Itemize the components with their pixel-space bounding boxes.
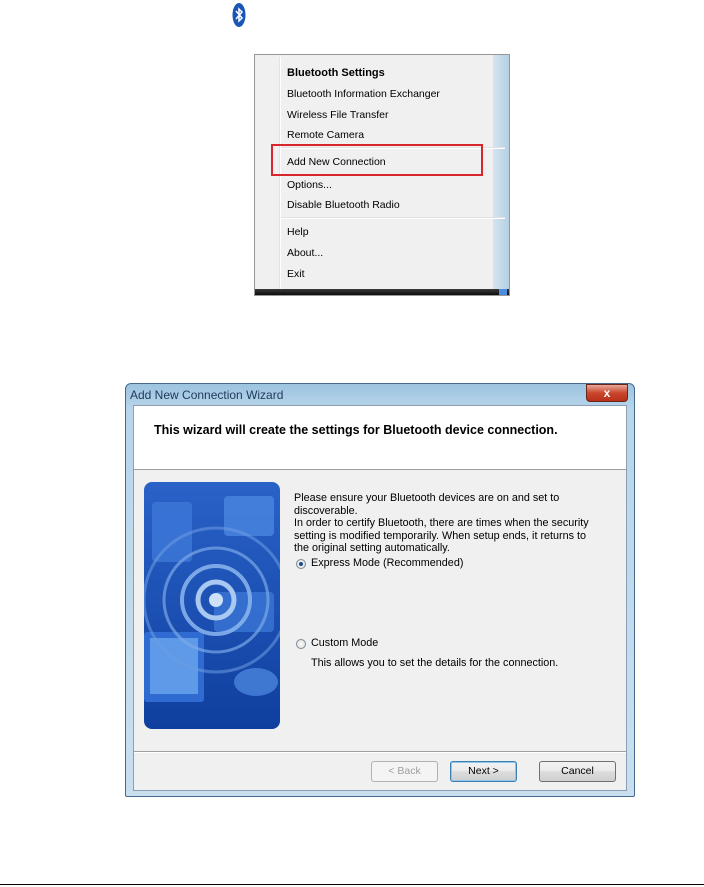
taskbar-bluetooth-icon[interactable] — [499, 289, 507, 295]
bluetooth-devices-illustration — [144, 482, 280, 729]
add-new-connection-wizard: Add New Connection Wizard x This wizard … — [125, 383, 635, 797]
menu-item-bluetooth-information-exchanger[interactable]: Bluetooth Information Exchanger — [287, 87, 440, 101]
express-mode-label[interactable]: Express Mode (Recommended) — [311, 557, 463, 569]
menu-item-wireless-file-transfer[interactable]: Wireless File Transfer — [287, 108, 389, 122]
window-title: Add New Connection Wizard — [130, 388, 284, 402]
bluetooth-icon[interactable] — [232, 2, 246, 28]
add-new-connection-highlight — [271, 144, 483, 176]
menu-item-bluetooth-settings[interactable]: Bluetooth Settings — [287, 66, 385, 80]
menu-item-disable-bluetooth-radio[interactable]: Disable Bluetooth Radio — [287, 198, 400, 212]
menu-item-exit[interactable]: Exit — [287, 267, 305, 281]
wizard-header: This wizard will create the settings for… — [134, 406, 626, 470]
custom-mode-radio[interactable] — [296, 639, 306, 649]
back-button[interactable]: < Back — [371, 761, 438, 782]
intro-line-2: In order to certify Bluetooth, there are… — [294, 517, 589, 554]
wizard-header-text: This wizard will create the settings for… — [154, 423, 558, 437]
title-bar[interactable]: Add New Connection Wizard x — [126, 384, 634, 406]
page-rule — [0, 884, 704, 885]
menu-item-remote-camera[interactable]: Remote Camera — [287, 128, 364, 142]
menu-item-help[interactable]: Help — [287, 225, 309, 239]
menu-item-options[interactable]: Options... — [287, 178, 332, 192]
next-button[interactable]: Next > — [450, 761, 517, 782]
wizard-client-area: This wizard will create the settings for… — [133, 405, 627, 791]
custom-mode-description: This allows you to set the details for t… — [311, 657, 559, 669]
custom-mode-label[interactable]: Custom Mode — [311, 637, 378, 649]
footer-divider — [134, 751, 626, 753]
express-mode-radio[interactable] — [296, 559, 306, 569]
taskbar — [255, 289, 509, 295]
menu-item-about[interactable]: About... — [287, 246, 323, 260]
close-button[interactable]: x — [586, 384, 628, 402]
intro-line-1: Please ensure your Bluetooth devices are… — [294, 492, 560, 517]
menu-separator — [281, 217, 505, 219]
wizard-instructions: Please ensure your Bluetooth devices are… — [294, 492, 594, 555]
cancel-button[interactable]: Cancel — [539, 761, 616, 782]
